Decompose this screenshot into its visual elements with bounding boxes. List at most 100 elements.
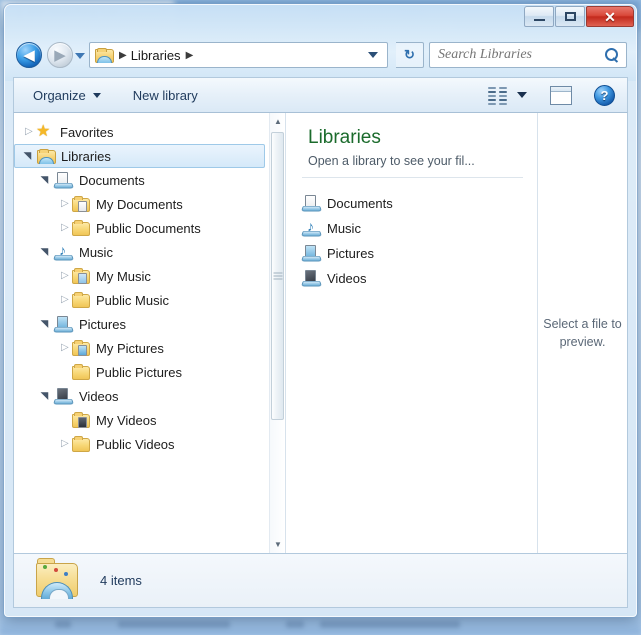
expand-chevron-right-icon[interactable]	[56, 220, 72, 236]
tree-item-label: Videos	[79, 388, 119, 404]
documents-library-icon	[300, 195, 323, 212]
my-documents-folder-icon	[72, 195, 90, 212]
page-subtitle: Open a library to see your fil...	[308, 154, 475, 168]
breadcrumb-libraries[interactable]: Libraries	[131, 48, 181, 63]
address-row: ◀ ▶ ▶ Libraries ▶ ↻	[5, 35, 636, 75]
tree-item-label: Public Videos	[96, 436, 175, 452]
background-taskbar-item	[118, 621, 230, 628]
tree-item-label: My Music	[96, 268, 151, 284]
forward-arrow-icon: ▶	[54, 46, 66, 64]
tree-item-public-videos[interactable]: Public Videos	[14, 432, 269, 456]
organize-label: Organize	[33, 87, 86, 103]
expand-chevron-right-icon[interactable]	[56, 436, 72, 452]
my-videos-folder-icon	[72, 411, 90, 428]
videos-library-icon	[300, 270, 323, 287]
folder-icon	[72, 291, 90, 308]
tree-item-my-videos[interactable]: My Videos	[14, 408, 269, 432]
back-button[interactable]: ◀	[16, 42, 42, 68]
change-view-icon[interactable]	[488, 87, 508, 105]
scrollbar-grip-icon	[273, 271, 282, 282]
music-library-icon: ♪	[300, 219, 323, 237]
tree-item-videos[interactable]: Videos	[14, 384, 269, 408]
expand-chevron-right-icon[interactable]	[56, 340, 72, 356]
recent-pages-chevron-down-icon[interactable]	[75, 53, 85, 59]
status-bar: 4 items	[13, 554, 628, 608]
refresh-button[interactable]: ↻	[396, 42, 424, 68]
tree-item-label: My Pictures	[96, 340, 164, 356]
tree-item-pictures[interactable]: Pictures	[14, 312, 269, 336]
forward-button[interactable]: ▶	[47, 42, 73, 68]
navigation-scrollbar[interactable]: ▲ ▼	[269, 113, 285, 553]
help-icon: ?	[600, 87, 609, 103]
videos-library-icon	[52, 387, 75, 405]
tree-item-public-pictures[interactable]: Public Pictures	[14, 360, 269, 384]
navigation-pane: Favorites Libraries Documents My Documents P…	[14, 113, 286, 553]
my-music-folder-icon	[72, 267, 90, 284]
tree-item-label: Public Documents	[96, 220, 201, 236]
expand-chevron-right-icon[interactable]	[56, 196, 72, 212]
close-icon: ✕	[604, 8, 616, 25]
search-box[interactable]	[429, 42, 627, 68]
maximize-icon	[564, 12, 576, 21]
scroll-up-button[interactable]: ▲	[270, 113, 285, 130]
new-library-button[interactable]: New library	[124, 82, 207, 108]
tree-item-my-documents[interactable]: My Documents	[14, 192, 269, 216]
tree-item-public-documents[interactable]: Public Documents	[14, 216, 269, 240]
star-icon	[36, 121, 54, 141]
background-taskbar-item	[55, 621, 71, 628]
help-button[interactable]: ?	[594, 84, 615, 106]
library-list: Documents ♪ Music Pictures Videos	[300, 191, 527, 291]
libraries-icon	[37, 148, 56, 164]
organize-button[interactable]: Organize	[24, 82, 110, 108]
expand-chevron-right-icon[interactable]	[56, 268, 72, 284]
library-item-videos[interactable]: Videos	[300, 266, 527, 291]
content-pane: Libraries Open a library to see your fil…	[286, 113, 538, 553]
tree-item-favorites[interactable]: Favorites	[14, 120, 269, 144]
tree-item-my-music[interactable]: My Music	[14, 264, 269, 288]
tree-item-label: My Documents	[96, 196, 183, 212]
command-bar-right-group: ?	[488, 84, 627, 106]
preview-pane-toggle-icon[interactable]	[550, 85, 572, 105]
change-view-chevron-down-icon[interactable]	[517, 92, 527, 98]
library-item-label: Documents	[327, 196, 393, 211]
tree-item-label: Pictures	[79, 316, 126, 332]
preview-message: Select a file to preview.	[543, 316, 622, 349]
tree-item-label: Music	[79, 244, 113, 260]
background-taskbar-item	[286, 621, 304, 628]
library-item-label: Pictures	[327, 246, 374, 261]
expand-chevron-right-icon[interactable]	[56, 292, 72, 308]
tree-item-public-music[interactable]: Public Music	[14, 288, 269, 312]
minimize-button[interactable]	[524, 6, 554, 27]
library-item-music[interactable]: ♪ Music	[300, 216, 527, 241]
library-item-label: Music	[327, 221, 361, 236]
tree-item-label: My Videos	[96, 412, 157, 428]
maximize-button[interactable]	[555, 6, 585, 27]
library-item-pictures[interactable]: Pictures	[300, 241, 527, 266]
pictures-library-icon	[300, 245, 323, 262]
explorer-window: ✕ ◀ ▶ ▶ Libraries ▶ ↻ Org	[4, 4, 637, 617]
expand-chevron-right-icon[interactable]	[20, 124, 36, 140]
tree-item-my-pictures[interactable]: My Pictures	[14, 336, 269, 360]
breadcrumb-trailing-separator-icon[interactable]: ▶	[186, 50, 194, 61]
scrollbar-thumb[interactable]	[271, 132, 284, 420]
folder-icon	[72, 219, 90, 236]
my-pictures-folder-icon	[72, 339, 90, 356]
address-bar[interactable]: ▶ Libraries ▶	[89, 42, 388, 68]
scroll-down-button[interactable]: ▼	[270, 536, 285, 553]
refresh-icon: ↻	[404, 47, 415, 62]
tree-item-music[interactable]: ♪ Music	[14, 240, 269, 264]
tree-item-documents[interactable]: Documents	[14, 168, 269, 192]
address-chevron-down-icon[interactable]	[368, 52, 378, 58]
folder-icon	[72, 363, 90, 380]
chevron-down-icon	[92, 92, 101, 98]
search-input[interactable]	[438, 44, 598, 66]
tree-item-libraries[interactable]: Libraries	[14, 144, 265, 168]
preview-pane: Select a file to preview.	[538, 113, 627, 553]
library-item-documents[interactable]: Documents	[300, 191, 527, 216]
search-icon[interactable]	[605, 48, 619, 62]
close-button[interactable]: ✕	[586, 6, 634, 27]
folder-icon	[72, 435, 90, 452]
tree-item-label: Documents	[79, 172, 145, 188]
music-library-icon: ♪	[52, 243, 75, 261]
content-header: Libraries Open a library to see your fil…	[308, 127, 521, 168]
